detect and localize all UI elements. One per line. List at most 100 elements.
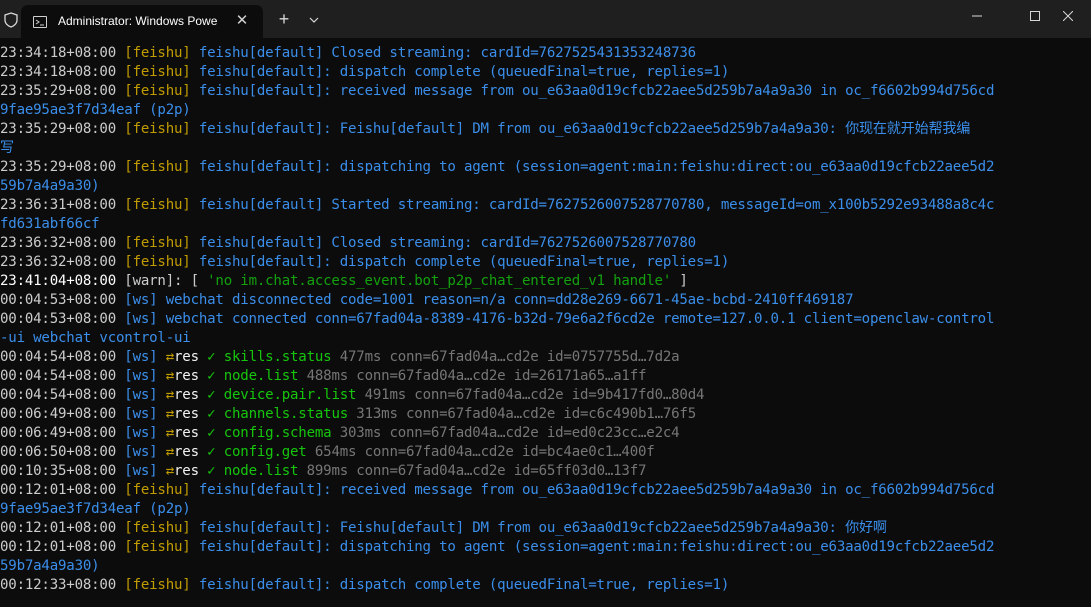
terminal-text-segment: 491ms conn=67fad04a…cd2e id=9b417fd0…80d… (364, 387, 705, 403)
terminal-line: 23:41:04+08:00 [warn]: [ 'no im.chat.acc… (0, 272, 688, 291)
terminal-line: 23:34:18+08:00 [feishu] feishu[default]:… (0, 63, 729, 82)
terminal-text-segment: [ws] webchat disconnected code=1001 reas… (124, 292, 854, 308)
terminal-text-segment: 9fae95ae3f7d34eaf (p2p) (0, 501, 191, 517)
terminal-text-segment: node.list (223, 463, 307, 479)
terminal-text-segment: [ws] (124, 368, 166, 384)
terminal-text-segment: ✓ (207, 444, 224, 460)
terminal-text-segment: ✓ (207, 406, 224, 422)
terminal-line: 9fae95ae3f7d34eaf (p2p) (0, 500, 191, 519)
terminal-text-segment: [feishu] (124, 83, 199, 99)
terminal-text-segment: ⇄ (165, 349, 175, 365)
terminal-text-segment: -ui webchat vcontrol-ui (0, 330, 191, 346)
terminal-line: 00:12:01+08:00 [feishu] feishu[default]:… (0, 519, 887, 538)
terminal-text-segment: 23:36:31+08:00 (0, 197, 125, 213)
terminal-text-segment: 23:35:29+08:00 (0, 159, 125, 175)
terminal-text-segment: [feishu] (124, 254, 199, 270)
terminal-text-segment: ⇄ (165, 406, 175, 422)
terminal-text-segment: feishu[default]: Feishu[default] DM from… (198, 121, 971, 137)
terminal-text-segment: 488ms conn=67fad04a…cd2e id=26171a65…a1f… (306, 368, 647, 384)
terminal-text-segment: 00:04:54+08:00 (0, 349, 125, 365)
terminal-text-segment: [ws] (124, 444, 166, 460)
terminal-line: 9fae95ae3f7d34eaf (p2p) (0, 101, 191, 120)
terminal-text-segment: feishu[default]: received message from o… (198, 83, 995, 99)
close-window-button[interactable] (1045, 0, 1091, 32)
terminal-text-segment: res (174, 463, 208, 479)
terminal-line: 23:35:29+08:00 [feishu] feishu[default]:… (0, 120, 970, 139)
terminal-text-segment: device.pair.list (223, 387, 365, 403)
terminal-text-segment: 00:12:01+08:00 (0, 520, 125, 536)
terminal-text-segment: [ws] (124, 349, 166, 365)
terminal-text-segment: res (174, 425, 208, 441)
terminal-line: 00:04:54+08:00 [ws] ⇄res ✓ node.list 488… (0, 367, 646, 386)
terminal-text-segment: 59b7a4a9a30) (0, 558, 100, 574)
terminal-text-segment: feishu[default]: dispatch complete (queu… (198, 577, 730, 593)
terminal-text-segment: 00:04:53+08:00 (0, 292, 125, 308)
terminal-text-segment: [feishu] (124, 577, 199, 593)
terminal-text-segment: 9fae95ae3f7d34eaf (p2p) (0, 102, 191, 118)
terminal-line: 00:06:49+08:00 [ws] ⇄res ✓ config.schema… (0, 424, 680, 443)
terminal-text-segment: feishu[default]: dispatch complete (queu… (198, 254, 730, 270)
terminal-text-segment: [ws] (124, 463, 166, 479)
terminal-output[interactable]: 23:34:18+08:00 [feishu] feishu[default] … (0, 43, 1091, 607)
terminal-text-segment: 00:10:35+08:00 (0, 463, 125, 479)
terminal-text-segment: 00:12:33+08:00 (0, 577, 125, 593)
terminal-text-segment: config.schema (223, 425, 340, 441)
terminal-text-segment: 899ms conn=67fad04a…cd2e id=65ff03d0…13f… (306, 463, 647, 479)
terminal-text-segment: ✓ (207, 387, 224, 403)
terminal-text-segment: 303ms conn=67fad04a…cd2e id=ed0c23cc…e2c… (339, 425, 680, 441)
terminal-text-segment: 23:36:32+08:00 (0, 254, 125, 270)
terminal-text-segment: feishu[default]: dispatching to agent (s… (198, 539, 995, 555)
close-tab-icon[interactable]: ✕ (232, 11, 252, 31)
terminal-line: 00:12:01+08:00 [feishu] feishu[default]:… (0, 538, 994, 557)
terminal-text-segment: 23:41:04+08:00 (0, 273, 125, 289)
terminal-line: 00:06:49+08:00 [ws] ⇄res ✓ channels.stat… (0, 405, 696, 424)
terminal-text-segment: [feishu] (124, 45, 199, 61)
terminal-text-segment: [feishu] (124, 197, 199, 213)
terminal-line: 00:10:35+08:00 [ws] ⇄res ✓ node.list 899… (0, 462, 646, 481)
terminal-text-segment: [feishu] (124, 121, 199, 137)
terminal-text-segment: 313ms conn=67fad04a…cd2e id=c6c490b1…76f… (356, 406, 696, 422)
terminal-text-segment: 00:04:54+08:00 (0, 387, 125, 403)
terminal-text-segment: [feishu] (124, 235, 199, 251)
terminal-line: 23:35:29+08:00 [feishu] feishu[default]:… (0, 82, 994, 101)
terminal-text-segment: feishu[default] Closed streaming: cardId… (198, 45, 696, 61)
terminal-text-segment: ⇄ (165, 387, 175, 403)
terminal-text-segment: [ws] (124, 425, 166, 441)
terminal-text-segment: 23:34:18+08:00 (0, 45, 125, 61)
terminal-text-segment: [feishu] (124, 64, 199, 80)
terminal-line: 写 (0, 139, 14, 158)
terminal-line: 23:34:18+08:00 [feishu] feishu[default] … (0, 44, 696, 63)
terminal-text-segment: 00:06:50+08:00 (0, 444, 125, 460)
minimize-button[interactable] (954, 0, 1000, 32)
terminal-line: 00:12:01+08:00 [feishu] feishu[default]:… (0, 481, 994, 500)
terminal-text-segment: res (174, 387, 208, 403)
tab-powershell[interactable]: Administrator: Windows Powe ✕ (21, 5, 263, 38)
title-bar: Administrator: Windows Powe ✕ + (0, 0, 1091, 38)
terminal-text-segment: node.list (223, 368, 307, 384)
terminal-text-segment: 654ms conn=67fad04a…cd2e id=bc4ae0c1…400… (314, 444, 655, 460)
terminal-text-segment: [warn]: [ (124, 273, 208, 289)
terminal-line: 00:04:53+08:00 [ws] webchat connected co… (0, 310, 994, 329)
terminal-text-segment: config.get (223, 444, 315, 460)
terminal-text-segment: res (174, 368, 208, 384)
terminal-text-segment: ✓ (207, 425, 224, 441)
terminal-text-segment: ⇄ (165, 368, 175, 384)
tab-title: Administrator: Windows Powe (58, 14, 218, 28)
terminal-text-segment: [ws] (124, 387, 166, 403)
terminal-text-segment: ⇄ (165, 444, 175, 460)
terminal-text-segment: feishu[default] Started streaming: cardI… (198, 197, 995, 213)
chevron-down-icon[interactable] (304, 9, 324, 31)
terminal-text-segment: [feishu] (124, 520, 199, 536)
terminal-text-segment: fd631abf66cf (0, 216, 100, 232)
new-tab-button[interactable]: + (272, 8, 296, 32)
terminal-line: fd631abf66cf (0, 215, 100, 234)
terminal-line: 00:12:33+08:00 [feishu] feishu[default]:… (0, 576, 729, 595)
terminal-line: 00:04:53+08:00 [ws] webchat disconnected… (0, 291, 854, 310)
terminal-line: -ui webchat vcontrol-ui (0, 329, 191, 348)
terminal-text-segment: 写 (0, 140, 14, 156)
terminal-text-segment: 23:36:32+08:00 (0, 235, 125, 251)
terminal-text-segment: [feishu] (124, 539, 199, 555)
terminal-text-segment: ⇄ (165, 425, 175, 441)
terminal-line: 23:36:32+08:00 [feishu] feishu[default] … (0, 234, 696, 253)
terminal-text-segment: feishu[default]: received message from o… (198, 482, 995, 498)
